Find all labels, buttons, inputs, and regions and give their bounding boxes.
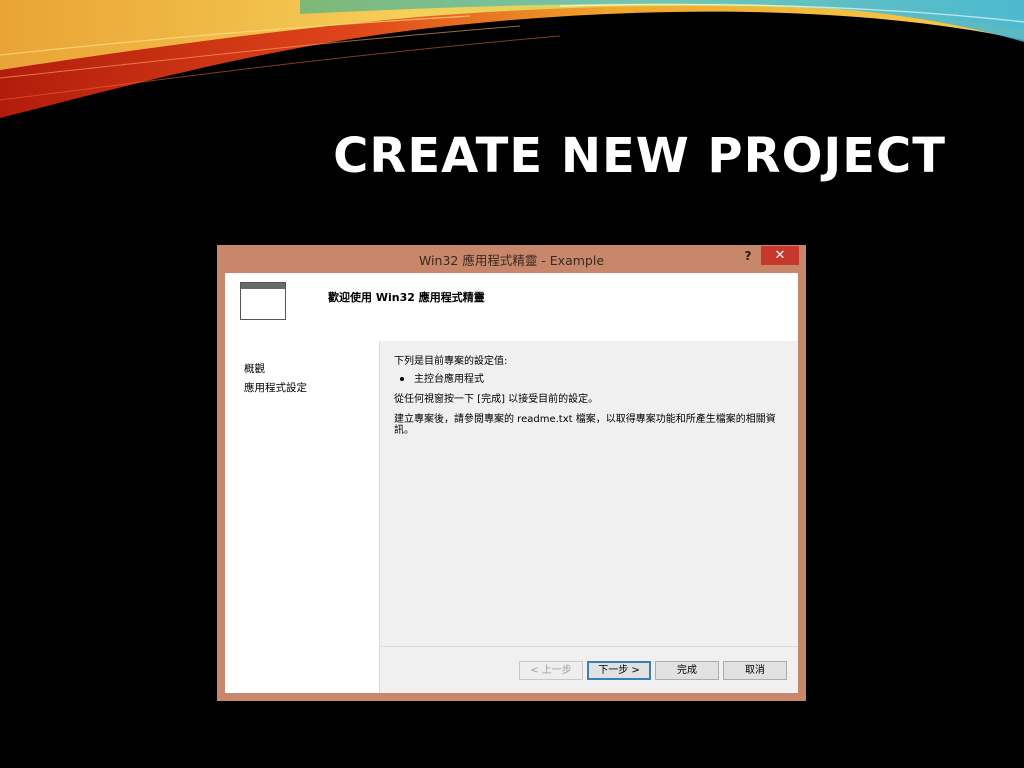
dialog-title: Win32 應用程式精靈 - Example: [418, 253, 605, 268]
wizard-sidebar: 概觀 應用程式設定: [225, 341, 380, 693]
app-window-icon: [240, 282, 286, 320]
back-button[interactable]: < 上一步: [519, 661, 583, 680]
wizard-header: 歡迎使用 Win32 應用程式精靈: [225, 273, 798, 341]
cancel-button[interactable]: 取消: [723, 661, 787, 680]
decorative-swoosh: [0, 0, 1024, 118]
next-button[interactable]: 下一步 >: [587, 661, 651, 680]
dialog-titlebar[interactable]: Win32 應用程式精靈 - Example ? ✕: [217, 245, 806, 272]
bullet-item-label: 主控台應用程式: [414, 374, 484, 385]
settings-intro-text: 下列是目前專案的設定值:: [394, 356, 508, 367]
finish-hint-text: 從任何視窗按一下 [完成] 以接受目前的設定。: [394, 394, 599, 405]
footer-divider: [380, 646, 798, 647]
window-icon-titlebar: [241, 283, 285, 289]
list-item: 主控台應用程式: [400, 370, 484, 385]
sidebar-item-overview[interactable]: 概觀: [244, 361, 265, 376]
slide-title: CREATE NEW PROJECT: [333, 128, 946, 184]
finish-button[interactable]: 完成: [655, 661, 719, 680]
help-icon[interactable]: ?: [737, 247, 759, 265]
readme-note-text: 建立專案後，請參閱專案的 readme.txt 檔案，以取得專案功能和所產生檔案…: [394, 414, 776, 436]
wizard-dialog: Win32 應用程式精靈 - Example ? ✕ 歡迎使用 Win32 應用…: [217, 245, 806, 701]
sidebar-item-app-settings[interactable]: 應用程式設定: [244, 380, 307, 395]
close-icon[interactable]: ✕: [761, 246, 799, 265]
wizard-header-title: 歡迎使用 Win32 應用程式精靈: [328, 291, 485, 304]
bullet-icon: [400, 377, 404, 381]
slide: CREATE NEW PROJECT Win32 應用程式精靈 - Exampl…: [0, 0, 1024, 768]
dialog-client-area: 歡迎使用 Win32 應用程式精靈 概觀 應用程式設定 下列是目前專案的設定值:…: [225, 273, 798, 693]
wizard-content: 下列是目前專案的設定值: 主控台應用程式 從任何視窗按一下 [完成] 以接受目前…: [380, 341, 798, 646]
